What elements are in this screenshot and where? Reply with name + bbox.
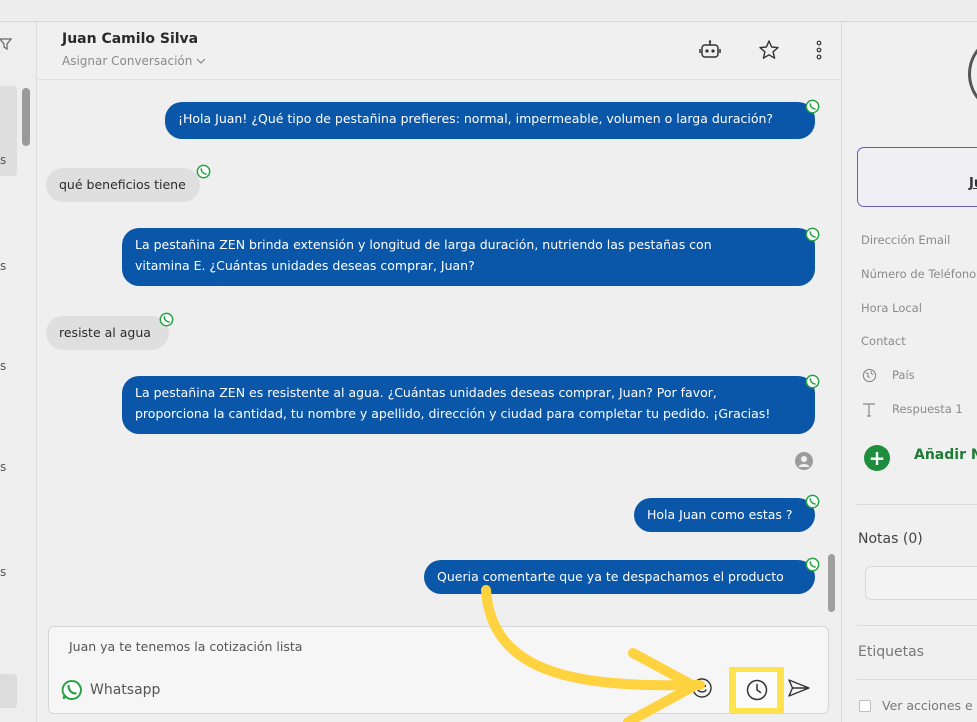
globe-icon bbox=[861, 367, 877, 383]
whatsapp-icon bbox=[805, 374, 820, 389]
chat-header: Juan Camilo Silva Asignar Conversación bbox=[38, 22, 840, 80]
send-icon[interactable] bbox=[786, 675, 812, 701]
channel-label: Whatsapp bbox=[90, 682, 161, 698]
message-text: Hola Juan como estas ? bbox=[647, 507, 793, 522]
channel-selector[interactable]: Whatsapp bbox=[61, 679, 160, 701]
tags-title: Etiquetas bbox=[858, 644, 924, 660]
add-field-button[interactable]: Añadir N bbox=[914, 447, 977, 463]
filter-icon[interactable] bbox=[0, 38, 13, 54]
actions-checkbox[interactable] bbox=[859, 700, 871, 712]
whatsapp-icon bbox=[805, 227, 820, 242]
emoji-icon[interactable] bbox=[689, 675, 715, 701]
schedule-message-highlight bbox=[729, 667, 784, 713]
message-input[interactable]: Juan ya te tenemos la cotización lista bbox=[69, 639, 302, 654]
chat-scrollbar[interactable] bbox=[828, 554, 835, 612]
agent-avatar bbox=[795, 452, 813, 470]
notes-title: Notas (0) bbox=[858, 531, 923, 547]
contact-name-card[interactable]: Ju bbox=[857, 147, 977, 207]
outgoing-message: Hola Juan como estas ? bbox=[634, 498, 815, 532]
whatsapp-icon bbox=[805, 99, 820, 114]
contact-field-label: Contact bbox=[861, 334, 906, 348]
more-vertical-icon[interactable] bbox=[807, 38, 831, 62]
plus-icon[interactable]: + bbox=[864, 445, 890, 471]
list-item[interactable]: s bbox=[0, 460, 6, 474]
conversation-list-panel: s s s s s bbox=[0, 22, 37, 722]
outgoing-message: La pestañina ZEN brinda extensión y long… bbox=[122, 228, 815, 286]
phone-field-label: Número de Teléfono bbox=[861, 267, 977, 281]
local-time-field-label: Hora Local bbox=[861, 301, 922, 315]
outgoing-message: Queria comentarte que ya te despachamos … bbox=[424, 560, 815, 594]
message-line: vitamina E. ¿Cuántas unidades deseas com… bbox=[135, 258, 475, 273]
assign-label: Asignar Conversación bbox=[62, 54, 193, 68]
actions-checkbox-label: Ver acciones e bbox=[882, 698, 973, 713]
response-field-label: Respuesta 1 bbox=[892, 402, 963, 416]
list-item[interactable]: s bbox=[0, 153, 6, 167]
divider bbox=[857, 504, 977, 505]
message-text: qué beneficios tiene bbox=[59, 177, 186, 192]
message-text: Queria comentarte que ya te despachamos … bbox=[437, 569, 784, 584]
top-bar bbox=[0, 0, 977, 22]
whatsapp-icon bbox=[159, 312, 174, 327]
chevron-down-icon bbox=[196, 58, 206, 64]
incoming-message: resiste al agua bbox=[46, 316, 169, 350]
notes-input[interactable] bbox=[865, 566, 977, 600]
whatsapp-icon bbox=[805, 494, 820, 509]
outgoing-message: ¡Hola Juan! ¿Qué tipo de pestañina prefi… bbox=[165, 102, 815, 139]
contact-name-link[interactable]: Ju bbox=[969, 176, 977, 191]
list-item[interactable]: s bbox=[0, 259, 6, 273]
clock-icon[interactable] bbox=[736, 672, 777, 708]
chat-panel: Juan Camilo Silva Asignar Conversación ¡… bbox=[38, 22, 840, 722]
text-icon bbox=[861, 401, 877, 417]
list-item[interactable]: s bbox=[0, 565, 6, 579]
contact-name[interactable]: Juan Camilo Silva bbox=[62, 31, 198, 47]
whatsapp-icon bbox=[805, 557, 820, 572]
email-field-label: Dirección Email bbox=[861, 233, 951, 247]
whatsapp-icon bbox=[196, 164, 211, 179]
message-text: ¡Hola Juan! ¿Qué tipo de pestañina prefi… bbox=[178, 111, 774, 126]
divider bbox=[857, 625, 977, 626]
conversation-list-scrollbar[interactable] bbox=[22, 88, 30, 146]
list-bottom-button[interactable] bbox=[0, 674, 17, 708]
list-item[interactable]: s bbox=[0, 359, 6, 373]
whatsapp-icon bbox=[61, 680, 82, 700]
message-line: proporciona la cantidad, tu nombre y ape… bbox=[135, 406, 771, 421]
message-line: La pestañina ZEN brinda extensión y long… bbox=[135, 237, 712, 252]
message-text: resiste al agua bbox=[59, 325, 151, 340]
bot-icon[interactable] bbox=[698, 38, 722, 62]
message-line: La pestañina ZEN es resistente al agua. … bbox=[135, 385, 717, 400]
outgoing-message: La pestañina ZEN es resistente al agua. … bbox=[122, 376, 815, 434]
contact-avatar bbox=[968, 34, 977, 114]
contact-details-panel: Ju Dirección Email Número de Teléfono Ho… bbox=[841, 22, 977, 722]
incoming-message: qué beneficios tiene bbox=[46, 168, 200, 202]
country-field-label: País bbox=[892, 368, 915, 382]
assign-conversation-dropdown[interactable]: Asignar Conversación bbox=[62, 54, 206, 68]
message-composer[interactable]: Juan ya te tenemos la cotización lista W… bbox=[48, 626, 829, 714]
star-icon[interactable] bbox=[757, 38, 781, 62]
divider bbox=[857, 679, 977, 680]
